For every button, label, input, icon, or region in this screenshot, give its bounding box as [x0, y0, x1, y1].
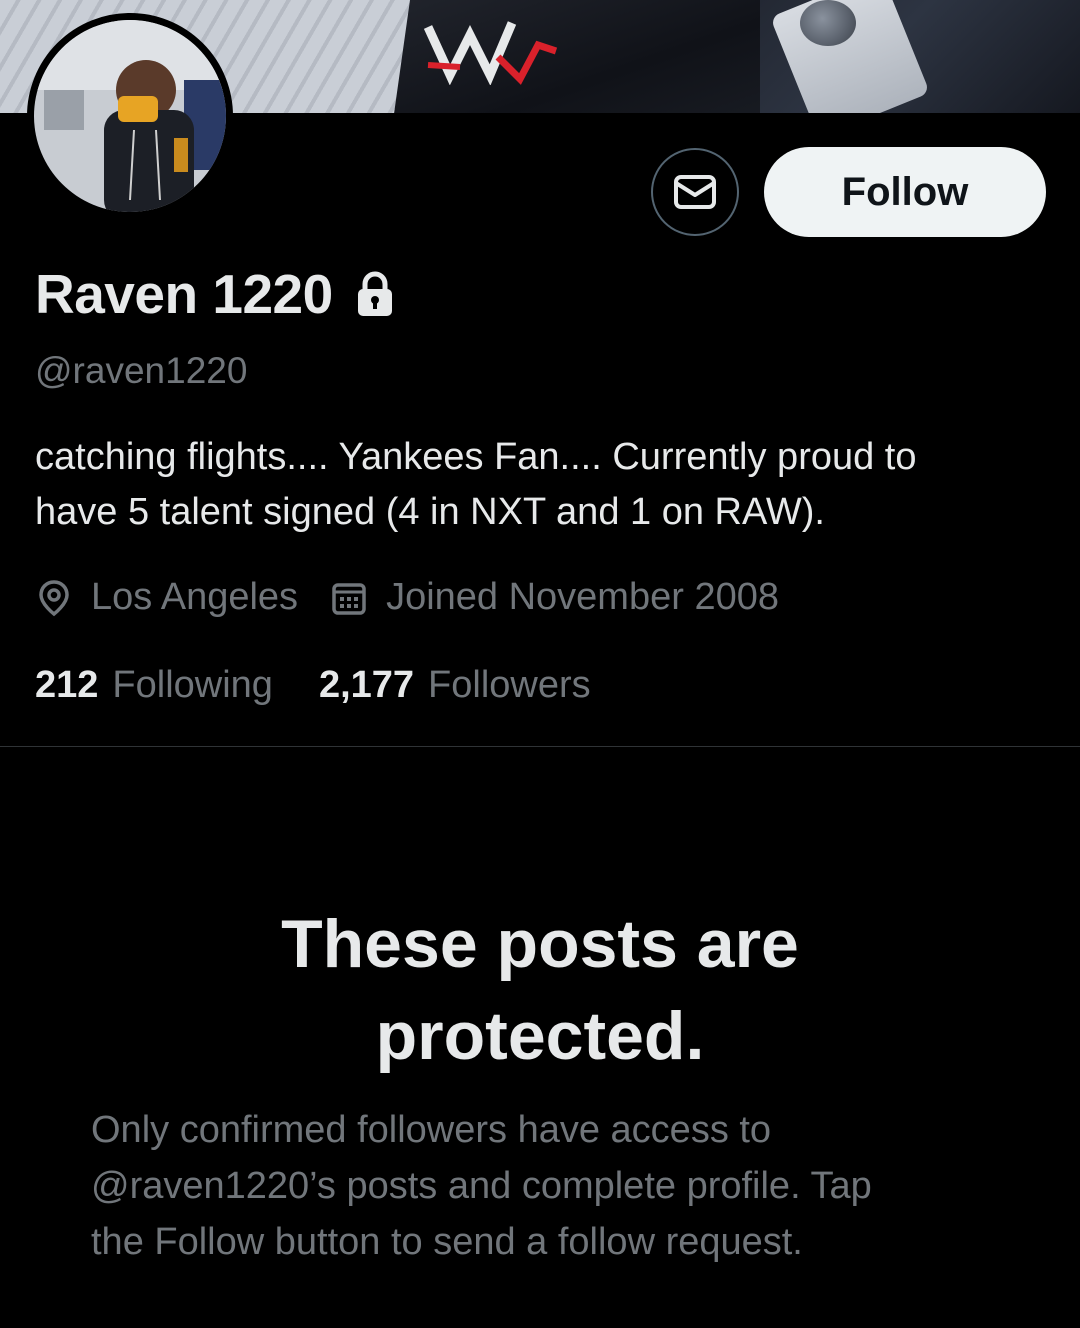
joined-date: Joined November 2008: [330, 576, 779, 619]
wwe-logo: [423, 21, 558, 85]
bio-line: catching flights.... Yankees Fan.... Cur…: [35, 436, 917, 478]
message-button[interactable]: [651, 148, 739, 236]
lock-icon: [357, 271, 392, 316]
protected-title: These posts are protected.: [0, 898, 1080, 1082]
location-text: Los Angeles: [91, 576, 299, 618]
location: Los Angeles: [35, 576, 298, 619]
followers-link[interactable]: 2,177 Followers: [319, 664, 591, 707]
protected-description: Only confirmed followers have access to …: [91, 1102, 1011, 1270]
protected-body-line: the Follow button to send a follow reque…: [91, 1221, 803, 1263]
display-name: Raven 1220: [35, 263, 333, 325]
bio-line: have 5 talent signed (4 in NXT and 1 on …: [35, 491, 825, 533]
bio: catching flights.... Yankees Fan.... Cur…: [35, 430, 1055, 540]
handle: @raven1220: [35, 350, 248, 391]
followers-label: Followers: [428, 664, 591, 706]
avatar[interactable]: [27, 13, 233, 219]
envelope-icon: [674, 175, 716, 209]
location-pin-icon: [39, 579, 69, 616]
joined-text: Joined November 2008: [386, 576, 779, 618]
protected-body-line: Only confirmed followers have access to: [91, 1109, 772, 1151]
banner-knob: [800, 0, 856, 46]
following-link[interactable]: 212 Following: [35, 664, 273, 707]
following-count: 212: [35, 664, 99, 706]
protected-title-line: These posts are: [281, 906, 799, 982]
follow-button[interactable]: Follow: [764, 147, 1046, 237]
protected-body-line: @raven1220’s posts and complete profile.…: [91, 1165, 872, 1207]
profile-stats: 212 Following 2,177 Followers: [35, 664, 591, 707]
avatar-photo: [34, 20, 226, 212]
calendar-icon: [332, 582, 366, 615]
divider: [0, 746, 1080, 747]
protected-title-line: protected.: [375, 998, 705, 1074]
following-label: Following: [112, 664, 273, 706]
display-name-row: Raven 1220: [35, 262, 395, 326]
profile-meta: Los Angeles Joined November 2008: [35, 576, 779, 619]
followers-count: 2,177: [318, 664, 415, 706]
